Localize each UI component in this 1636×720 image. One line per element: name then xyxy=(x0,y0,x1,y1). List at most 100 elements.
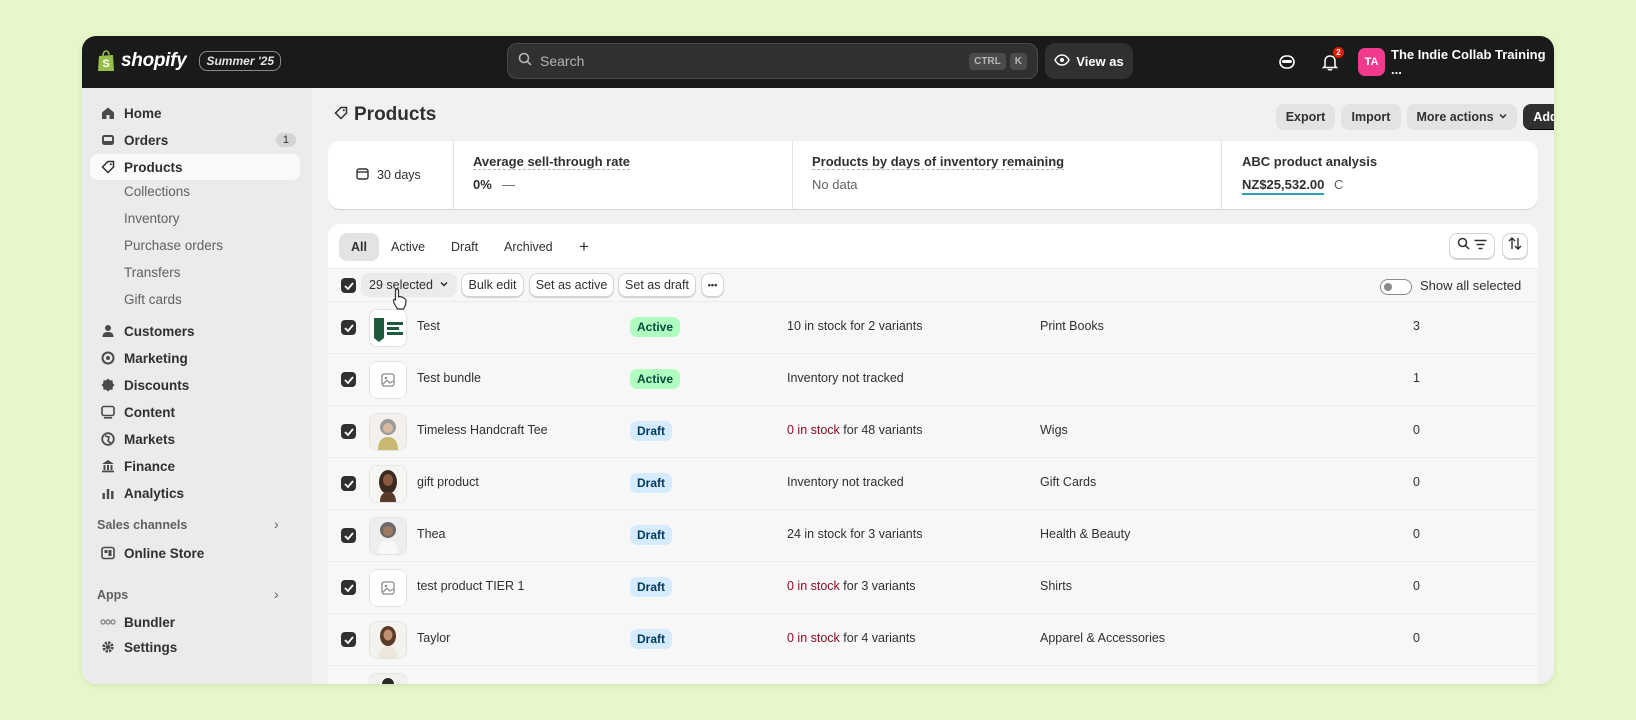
sidebar-item-customers[interactable]: Customers xyxy=(90,318,300,344)
search-bar[interactable]: Search CTRL K xyxy=(507,43,1038,79)
category-cell: Shirts xyxy=(1040,579,1072,593)
out-of-stock-text: 0 in stock xyxy=(787,423,840,437)
sidebar-item-online-store[interactable]: Online Store xyxy=(90,540,300,566)
sales-channels-heading[interactable]: Sales channels xyxy=(97,518,187,532)
product-name[interactable]: Taylor xyxy=(417,631,450,645)
count-cell: 0 xyxy=(1413,423,1420,437)
category-cell: Wigs xyxy=(1040,423,1068,437)
set-as-draft-button[interactable]: Set as draft xyxy=(618,273,696,297)
table-row[interactable]: test product TIER 1 Draft 0 in stock for… xyxy=(328,562,1538,614)
chevron-right-icon[interactable]: › xyxy=(274,516,279,532)
sidebar-item-discounts[interactable]: Discounts xyxy=(90,372,300,398)
sidebar-subitem-purchase-orders[interactable]: Purchase orders xyxy=(124,238,223,253)
sidebar-nav: Home Orders 1 Products Collections Inven… xyxy=(82,88,312,684)
sidebar-item-label: Marketing xyxy=(124,350,188,366)
row-checkbox[interactable] xyxy=(341,476,356,491)
sidebar-item-products[interactable]: Products xyxy=(90,154,300,180)
set-as-active-button[interactable]: Set as active xyxy=(529,273,614,297)
sidebar-item-home[interactable]: Home xyxy=(90,100,300,126)
sidebar-item-content[interactable]: Content xyxy=(90,399,300,425)
sidebar-item-finance[interactable]: Finance xyxy=(90,453,300,479)
more-actions-button[interactable]: More actions xyxy=(1407,104,1517,130)
sidebar-item-marketing[interactable]: Marketing xyxy=(90,345,300,371)
top-bar: S shopify Summer '25 Search CTRL K View … xyxy=(82,36,1554,88)
sidebar-item-orders[interactable]: Orders 1 xyxy=(90,127,300,153)
product-name[interactable]: Timeless Handcraft Tee xyxy=(417,423,548,437)
row-checkbox[interactable] xyxy=(341,424,356,439)
image-placeholder-icon xyxy=(369,361,407,399)
table-row[interactable] xyxy=(328,666,1538,684)
date-range-button[interactable]: 30 days xyxy=(356,167,421,183)
product-name[interactable]: Test bundle xyxy=(417,371,481,385)
table-row[interactable]: Test bundle Active Inventory not tracked… xyxy=(328,354,1538,406)
content-icon xyxy=(100,404,116,420)
apps-heading[interactable]: Apps xyxy=(97,588,128,602)
product-name[interactable]: test product TIER 1 xyxy=(417,579,524,593)
table-row[interactable]: Timeless Handcraft Tee Draft 0 in stock … xyxy=(328,406,1538,458)
add-view-button[interactable]: + xyxy=(567,233,601,261)
bulk-edit-button[interactable]: Bulk edit xyxy=(461,273,524,297)
sell-through-value: 0% xyxy=(473,177,492,192)
row-checkbox[interactable] xyxy=(341,372,356,387)
show-all-selected-toggle[interactable] xyxy=(1380,279,1412,295)
abc-analysis-title[interactable]: ABC product analysis xyxy=(1242,154,1377,169)
inventory-text: for 48 variants xyxy=(839,423,923,437)
sidebar-subitem-transfers[interactable]: Transfers xyxy=(124,265,181,280)
chevron-right-icon[interactable]: › xyxy=(274,586,279,602)
more-bulk-actions-button[interactable]: ••• xyxy=(701,273,724,297)
table-row[interactable]: gift product Draft Inventory not tracked… xyxy=(328,458,1538,510)
plus-icon: + xyxy=(579,237,589,256)
import-button[interactable]: Import xyxy=(1341,104,1401,130)
store-menu[interactable]: TA The Indie Collab Training ... xyxy=(1358,47,1554,77)
days-inventory-title[interactable]: Products by days of inventory remaining xyxy=(812,154,1065,170)
product-name[interactable]: Thea xyxy=(417,527,446,541)
view-as-button[interactable]: View as xyxy=(1045,43,1133,79)
status-badge: Draft xyxy=(630,525,673,545)
sidebar-item-label: Discounts xyxy=(124,377,190,393)
selected-count-dropdown[interactable]: 29 selected xyxy=(361,273,457,297)
row-checkbox[interactable] xyxy=(341,528,356,543)
product-thumbnail xyxy=(369,465,407,503)
row-checkbox[interactable] xyxy=(341,320,356,335)
product-name[interactable]: Test xyxy=(417,319,440,333)
inventory-cell: 24 in stock for 3 variants xyxy=(787,527,922,541)
mouse-cursor-icon xyxy=(392,288,408,315)
product-name[interactable]: gift product xyxy=(417,475,479,489)
sidekick-icon[interactable] xyxy=(1276,51,1298,73)
home-icon xyxy=(100,105,116,121)
notifications-bell-icon[interactable]: 2 xyxy=(1319,47,1344,73)
row-checkbox[interactable] xyxy=(341,580,356,595)
tab-draft[interactable]: Draft xyxy=(439,233,490,261)
sidebar-item-markets[interactable]: Markets xyxy=(90,426,300,452)
row-checkbox[interactable] xyxy=(341,632,356,647)
inventory-text: 24 in stock for 3 variants xyxy=(787,527,923,541)
sell-through-title[interactable]: Average sell-through rate xyxy=(473,154,631,170)
sidebar-subitem-inventory[interactable]: Inventory xyxy=(124,211,180,226)
sidebar-subitem-collections[interactable]: Collections xyxy=(124,184,190,199)
tab-active[interactable]: Active xyxy=(379,233,437,261)
sort-button[interactable] xyxy=(1502,233,1528,259)
tab-all[interactable]: All xyxy=(339,233,379,261)
sidebar-item-settings[interactable]: Settings xyxy=(90,634,300,660)
search-placeholder: Search xyxy=(540,53,585,69)
sidebar-item-analytics[interactable]: Analytics xyxy=(90,480,300,506)
sidebar-item-bundler[interactable]: Bundler xyxy=(90,609,300,635)
days-inventory-value: No data xyxy=(812,177,858,192)
add-product-button[interactable]: Add product xyxy=(1523,104,1554,130)
gear-icon xyxy=(100,639,116,655)
export-button[interactable]: Export xyxy=(1276,104,1335,130)
select-all-checkbox[interactable] xyxy=(341,278,356,293)
table-row[interactable]: Taylor Draft 0 in stock for 4 variants A… xyxy=(328,614,1538,666)
product-thumbnail xyxy=(369,413,407,451)
table-row[interactable]: Thea Draft 24 in stock for 3 variants He… xyxy=(328,510,1538,562)
search-filter-button[interactable] xyxy=(1449,233,1495,259)
tab-archived[interactable]: Archived xyxy=(492,233,565,261)
count-cell: 0 xyxy=(1413,475,1420,489)
sidebar-item-label: Home xyxy=(124,105,162,121)
sidebar-subitem-gift-cards[interactable]: Gift cards xyxy=(124,292,182,307)
svg-text:S: S xyxy=(102,58,109,70)
shopify-logo[interactable]: S shopify Summer '25 xyxy=(96,49,282,73)
table-row[interactable]: Test Active 10 in stock for 2 variants P… xyxy=(328,302,1538,354)
category-cell: Health & Beauty xyxy=(1040,527,1131,541)
chevron-down-icon xyxy=(1498,110,1508,124)
